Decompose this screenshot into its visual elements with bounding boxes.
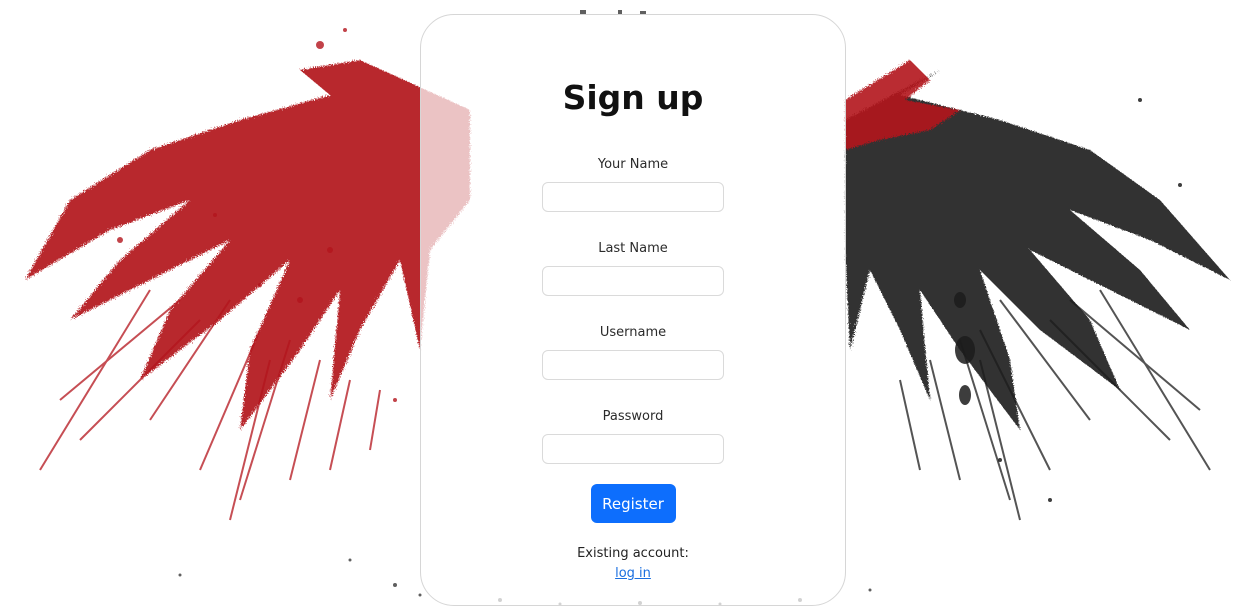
last-name-label: Last Name (598, 241, 668, 256)
password-input[interactable] (542, 434, 724, 464)
last-name-input[interactable] (542, 266, 724, 296)
existing-account-text: Existing account: (577, 546, 689, 561)
register-button[interactable]: Register (590, 484, 676, 523)
password-label: Password (602, 409, 664, 424)
username-input[interactable] (542, 350, 724, 380)
signup-card: Sign up Your Name Last Name Username Pas… (420, 14, 846, 606)
signup-page: Sign up Your Name Last Name Username Pas… (0, 0, 1255, 608)
your-name-input[interactable] (542, 182, 724, 212)
username-label: Username (599, 325, 667, 340)
login-link[interactable]: log in (615, 565, 651, 583)
your-name-label: Your Name (597, 157, 669, 172)
page-title: Sign up (562, 78, 704, 117)
